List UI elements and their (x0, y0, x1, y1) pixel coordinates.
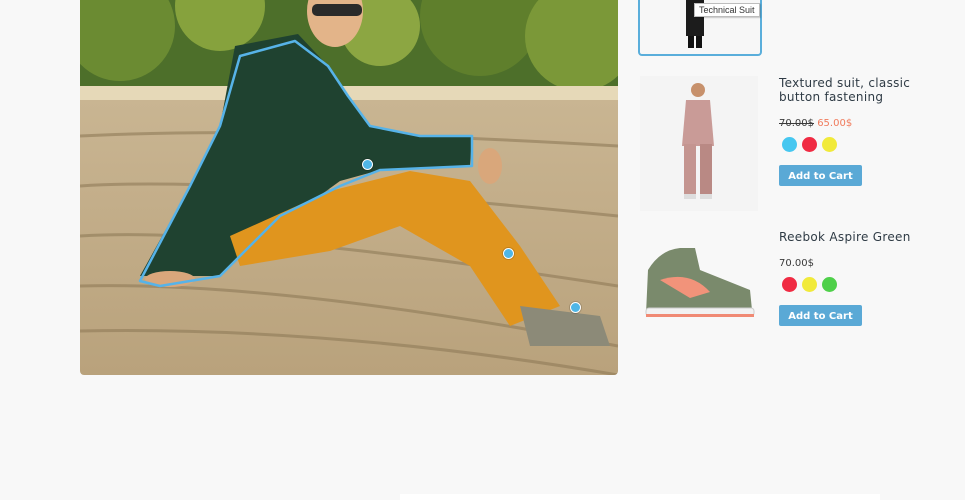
hero-photo-illustration (80, 0, 618, 375)
selected-product-thumbnail[interactable]: Technical Suit (638, 0, 762, 56)
price: 70.00$ (779, 258, 814, 269)
color-swatch-red[interactable] (782, 277, 797, 292)
footer-strip (400, 494, 880, 500)
product-price: 70.00$ 65.00$ (779, 118, 939, 129)
product-image-sneaker[interactable] (640, 230, 758, 365)
color-swatches (782, 277, 939, 292)
product-price: 70.00$ (779, 258, 939, 269)
color-swatch-yellow[interactable] (822, 137, 837, 152)
color-swatches (782, 137, 939, 152)
color-swatch-blue[interactable] (782, 137, 797, 152)
add-to-cart-button[interactable]: Add to Cart (779, 165, 862, 186)
hotspot-shoes[interactable] (570, 302, 581, 313)
hero-product-photo (80, 0, 618, 375)
sale-price: 65.00$ (817, 118, 853, 129)
product-image-suit[interactable] (640, 76, 758, 211)
add-to-cart-button[interactable]: Add to Cart (779, 305, 862, 326)
product-title[interactable]: Reebok Aspire Green (779, 230, 939, 244)
tooltip-label: Technical Suit (694, 3, 760, 17)
product-title[interactable]: Textured suit, classic button fastening (779, 76, 939, 104)
hotspot-jacket[interactable] (362, 159, 373, 170)
color-swatch-green[interactable] (822, 277, 837, 292)
old-price: 70.00$ (779, 118, 814, 129)
hotspot-pants[interactable] (503, 248, 514, 259)
color-swatch-yellow[interactable] (802, 277, 817, 292)
color-swatch-red[interactable] (802, 137, 817, 152)
